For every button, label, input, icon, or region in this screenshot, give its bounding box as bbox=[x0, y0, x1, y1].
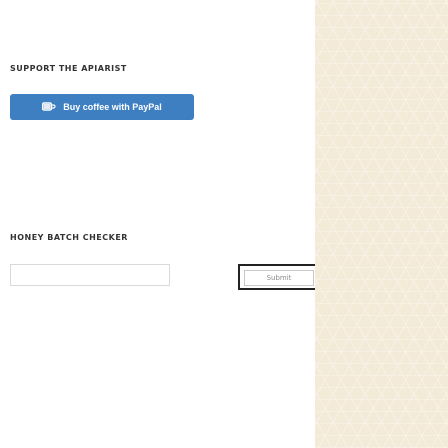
paypal-button-label: Buy coffee with PayPal bbox=[63, 102, 162, 112]
batch-input[interactable] bbox=[10, 264, 170, 286]
main-content: SUPPORT THE APIARIST Buy coffee with Pay… bbox=[0, 0, 318, 448]
honeycomb-side-panel bbox=[315, 0, 448, 448]
coffee-cup-icon bbox=[42, 102, 56, 112]
paypal-coffee-button[interactable]: Buy coffee with PayPal bbox=[10, 94, 194, 120]
checker-heading: HONEY BATCH CHECKER bbox=[10, 233, 128, 242]
support-heading: SUPPORT THE APIARIST bbox=[10, 64, 127, 73]
submit-button[interactable]: Submit bbox=[244, 270, 314, 286]
submit-focus-outline: Submit bbox=[238, 264, 318, 290]
